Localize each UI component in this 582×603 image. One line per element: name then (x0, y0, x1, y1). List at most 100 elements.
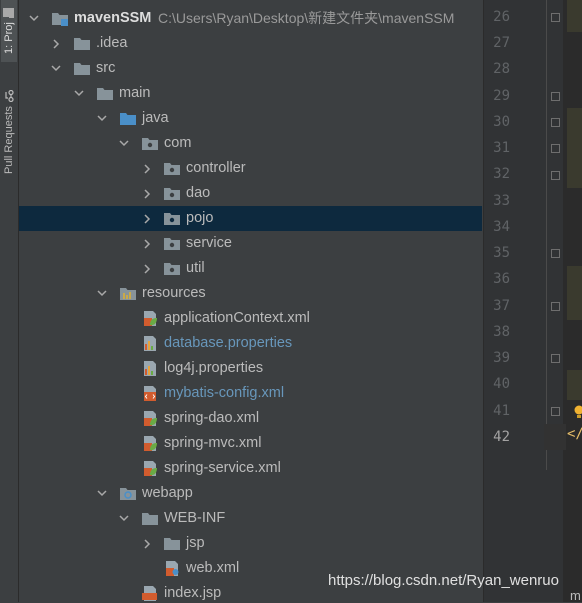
code-highlight (567, 370, 582, 400)
project-tree[interactable]: mavenSSM C:\Users\Ryan\Desktop\新建文件夹\mav… (19, 0, 482, 602)
line-number: 31 (484, 140, 510, 156)
tool-window-strip: 1: Proj Pull Requests (0, 0, 19, 602)
line-number: 36 (484, 271, 510, 287)
chevron-down-icon[interactable] (117, 131, 131, 156)
tree-item-label: jsp (186, 531, 205, 556)
pull-requests-tab-label: Pull Requests (3, 106, 15, 174)
web-xml-file-icon (163, 560, 181, 577)
tree-row-service[interactable]: service (19, 231, 482, 256)
chevron-right-icon[interactable] (140, 231, 154, 256)
tree-row-dao[interactable]: dao (19, 181, 482, 206)
fold-marker-icon[interactable] (551, 302, 560, 311)
tree-item-label: spring-dao.xml (164, 406, 259, 431)
tree-row-file[interactable]: spring-mvc.xml (19, 431, 482, 456)
tree-row-file[interactable]: log4j.properties (19, 356, 482, 381)
line-number: 28 (484, 61, 510, 77)
package-icon (163, 235, 181, 252)
tree-row-idea[interactable]: .idea (19, 31, 482, 56)
chevron-down-icon[interactable] (95, 281, 109, 306)
line-number: 29 (484, 88, 510, 104)
chevron-right-icon[interactable] (49, 31, 63, 56)
line-number: 26 (484, 9, 510, 25)
chevron-right-icon[interactable] (140, 156, 154, 181)
chevron-down-icon[interactable] (117, 506, 131, 531)
line-number: 27 (484, 35, 510, 51)
project-tool-tab[interactable]: 1: Proj (1, 0, 17, 62)
tree-item-label: spring-mvc.xml (164, 431, 261, 456)
tree-row-resources[interactable]: resources (19, 281, 482, 306)
folder-icon (96, 85, 114, 102)
project-name: mavenSSM (74, 6, 151, 31)
tree-item-label: com (164, 131, 191, 156)
fold-marker-icon[interactable] (551, 249, 560, 258)
tree-row-file[interactable]: mybatis-config.xml (19, 381, 482, 406)
tree-row-file[interactable]: spring-dao.xml (19, 406, 482, 431)
chevron-right-icon[interactable] (140, 181, 154, 206)
tree-row-controller[interactable]: controller (19, 156, 482, 181)
properties-file-icon (141, 360, 159, 377)
tree-item-label: database.properties (164, 331, 292, 356)
tree-row-pojo[interactable]: pojo (19, 206, 482, 231)
code-highlight (567, 108, 582, 188)
line-number: 30 (484, 114, 510, 130)
module-folder-icon (51, 10, 69, 27)
tree-row-project-root[interactable]: mavenSSM C:\Users\Ryan\Desktop\新建文件夹\mav… (19, 6, 482, 31)
tree-item-label: .idea (96, 31, 127, 56)
tree-row-com[interactable]: com (19, 131, 482, 156)
tree-row-jsp[interactable]: jsp (19, 531, 482, 556)
tree-row-webapp[interactable]: webapp (19, 481, 482, 506)
code-highlight (567, 266, 582, 320)
spring-xml-file-icon (141, 310, 159, 327)
lightbulb-icon[interactable] (574, 404, 582, 420)
fold-marker-icon[interactable] (551, 92, 560, 101)
tree-row-file[interactable]: spring-service.xml (19, 456, 482, 481)
properties-file-icon (141, 335, 159, 352)
tree-item-label: pojo (186, 206, 213, 231)
line-number: 41 (484, 403, 510, 419)
web-folder-icon (119, 485, 137, 502)
chevron-right-icon[interactable] (140, 206, 154, 231)
tree-row-main[interactable]: main (19, 81, 482, 106)
fold-marker-icon[interactable] (551, 118, 560, 127)
fold-marker-icon[interactable] (551, 407, 560, 416)
tree-item-label: mybatis-config.xml (164, 381, 284, 406)
fold-guide (546, 0, 547, 470)
fold-marker-icon[interactable] (551, 354, 560, 363)
project-path: C:\Users\Ryan\Desktop\新建文件夹\mavenSSM (158, 6, 454, 31)
tree-row-file[interactable]: database.properties (19, 331, 482, 356)
tree-item-label: src (96, 56, 115, 81)
tree-item-label: service (186, 231, 232, 256)
folder-icon (73, 60, 91, 77)
line-number: 35 (484, 245, 510, 261)
fold-marker-icon[interactable] (551, 13, 560, 22)
chevron-down-icon[interactable] (49, 56, 63, 81)
tree-item-label: controller (186, 156, 246, 181)
tree-item-label: dao (186, 181, 210, 206)
jsp-file-icon (141, 585, 159, 602)
fold-marker-icon[interactable] (551, 144, 560, 153)
chevron-down-icon[interactable] (95, 106, 109, 131)
tree-row-src[interactable]: src (19, 56, 482, 81)
chevron-down-icon[interactable] (27, 6, 41, 31)
current-line-highlight (544, 424, 566, 450)
tree-row-java[interactable]: java (19, 106, 482, 131)
source-folder-icon (119, 110, 137, 127)
tree-item-label: index.jsp (164, 581, 221, 602)
tree-row-web-inf[interactable]: WEB-INF (19, 506, 482, 531)
chevron-down-icon[interactable] (95, 481, 109, 506)
chevron-right-icon[interactable] (140, 531, 154, 556)
pull-requests-tool-tab[interactable]: Pull Requests (1, 76, 17, 188)
tree-row-file[interactable]: applicationContext.xml (19, 306, 482, 331)
package-icon (141, 135, 159, 152)
tree-row-util[interactable]: util (19, 256, 482, 281)
line-number: 37 (484, 298, 510, 314)
spring-xml-file-icon (141, 410, 159, 427)
chevron-right-icon[interactable] (140, 256, 154, 281)
resources-folder-icon (119, 285, 137, 302)
code-highlight (567, 0, 582, 32)
fold-marker-icon[interactable] (551, 171, 560, 180)
chevron-down-icon[interactable] (72, 81, 86, 106)
spring-xml-file-icon (141, 460, 159, 477)
package-icon (163, 210, 181, 227)
editor-gutter: 26 27 28 29 30 31 32 33 34 35 36 37 38 3… (483, 0, 582, 602)
